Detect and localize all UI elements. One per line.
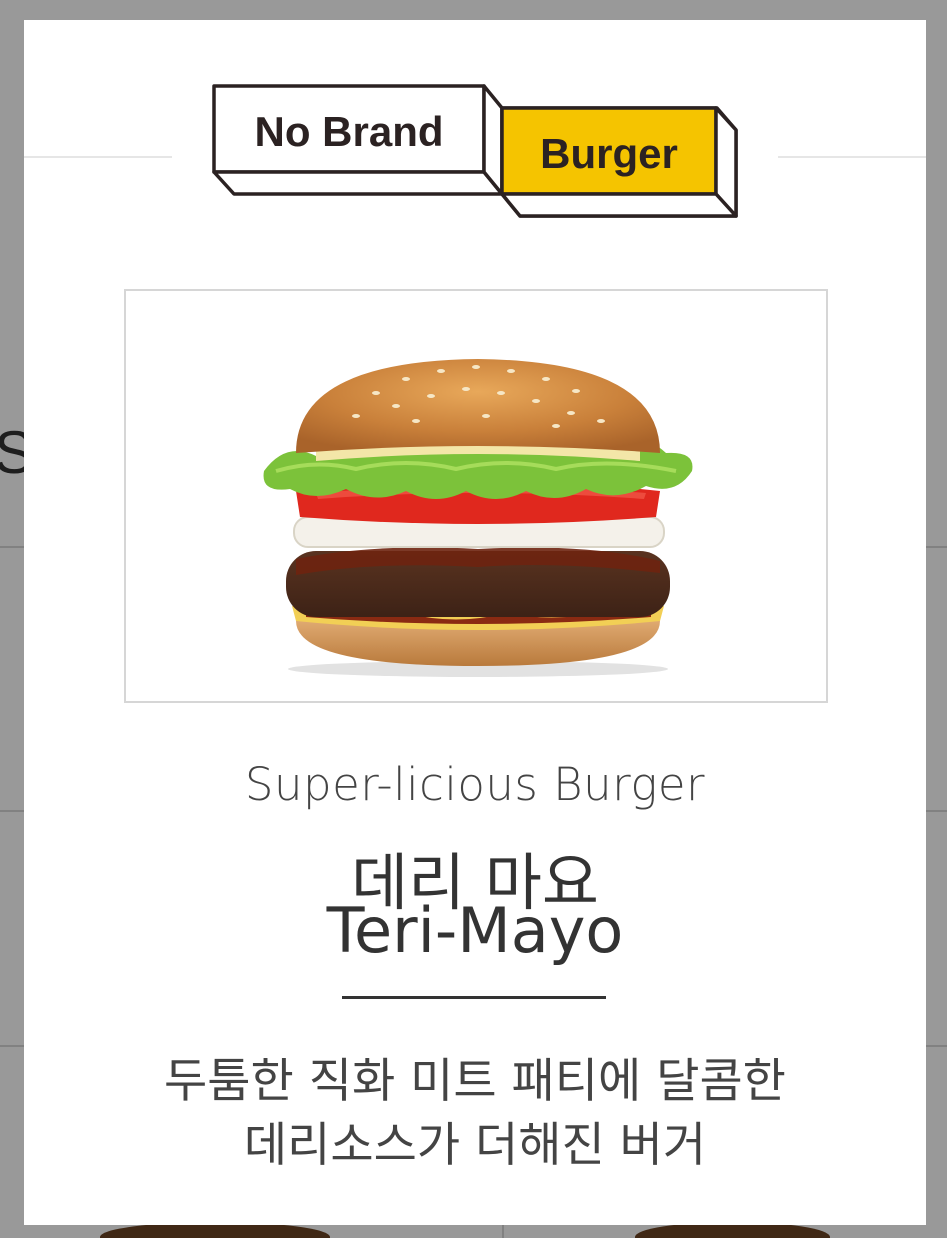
logo-word-burger: Burger <box>540 130 678 177</box>
product-category: Super-licious Burger <box>244 758 706 811</box>
description-line: 두툼한 직화 미트 패티에 달콤한 <box>164 1054 786 1109</box>
product-description: 두툼한 직화 미트 패티에 달콤한 데리소스가 더해진 버거 <box>24 1050 926 1178</box>
product-image-frame <box>124 289 828 703</box>
product-name-english: Teri-Mayo <box>326 894 624 967</box>
header-rule-right <box>778 156 926 158</box>
logo-word-no-brand: No Brand <box>255 108 444 155</box>
no-brand-burger-logo: No Brand Burger <box>212 84 738 218</box>
header-rule-left <box>24 156 172 158</box>
title-divider <box>342 996 606 999</box>
product-detail-modal: No Brand Burger Super-licious Burger 데리 … <box>24 20 926 1225</box>
burger-photo-icon <box>263 359 693 677</box>
description-line: 데리소스가 더해진 버거 <box>243 1118 707 1173</box>
